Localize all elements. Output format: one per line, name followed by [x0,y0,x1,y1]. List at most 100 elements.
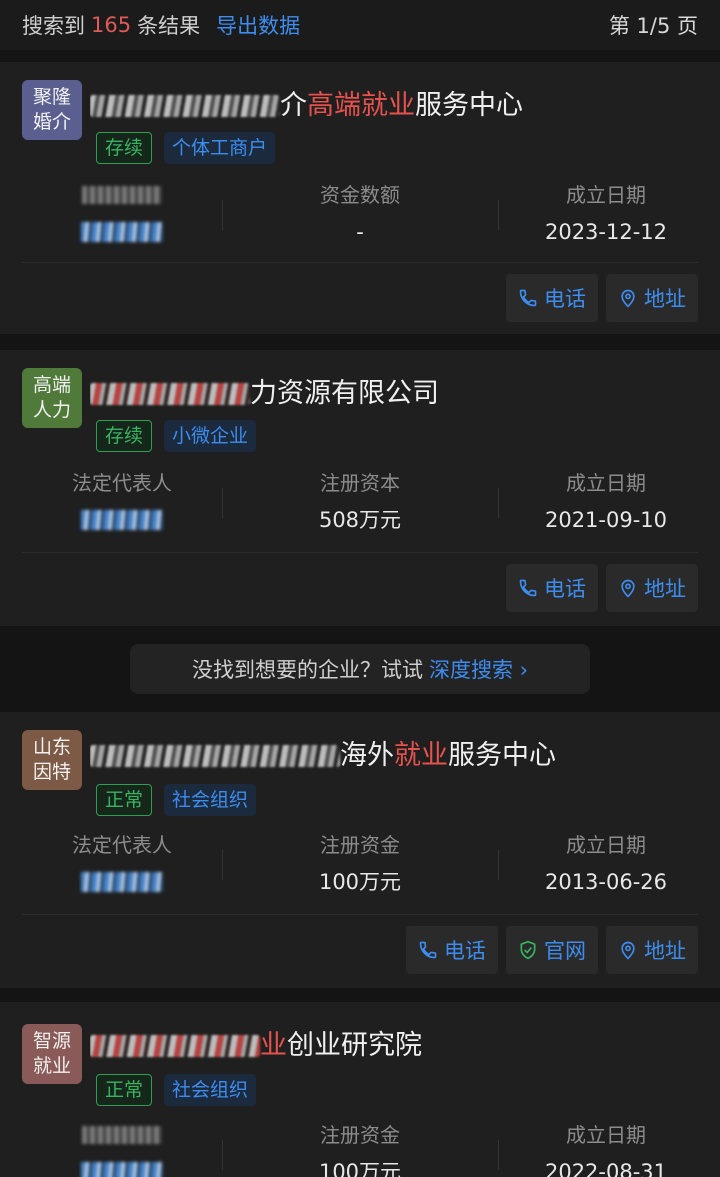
redacted-value [81,1162,163,1177]
founded-value: 2022-08-31 [544,1160,668,1177]
action-row: 电话 地址 [506,564,698,612]
phone-button[interactable]: 电话 [506,274,598,322]
company-logo: 高端人力 [22,368,82,428]
company-name-text: 介 [280,90,307,121]
company-card[interactable]: 高端人力 力资源有限公司 存续 小微企业 法定代表人 注册资本 508万元 成立… [0,350,720,626]
company-name-highlight: 业 [260,1030,287,1061]
founded-label: 成立日期 [566,1123,646,1147]
deep-search-prompt: 没找到想要的企业？试试 [191,658,423,682]
phone-label: 电话 [544,577,586,601]
redacted-label [82,1126,162,1144]
capital-column: 资金数额 - [222,180,498,250]
website-button[interactable]: 官网 [506,926,598,974]
deep-search-link[interactable]: 深度搜索 › [429,654,528,684]
divider [22,552,698,553]
founded-label: 成立日期 [566,833,646,857]
address-label: 地址 [644,577,686,601]
legal-rep-column [22,1120,222,1177]
results-header: 搜索到 165 条结果 导出数据 第 1/5 页 [0,0,720,50]
founded-value: 2023-12-12 [544,220,668,244]
address-button[interactable]: 地址 [606,926,698,974]
address-button[interactable]: 地址 [606,564,698,612]
phone-button[interactable]: 电话 [406,926,498,974]
redacted-label [82,186,162,204]
founded-value: 2021-09-10 [544,508,668,532]
capital-value: 508万元 [318,508,402,532]
company-name[interactable]: 介 高端就业 服务中心 [90,88,700,124]
company-name[interactable]: 力资源有限公司 [90,376,700,412]
page-indicator: 第 1/5 页 [608,14,698,38]
capital-column: 注册资金 100万元 [222,830,498,900]
action-row: 电话 地址 [506,274,698,322]
company-name-highlight: 高端就业 [307,90,415,121]
status-badge: 正常 [96,784,153,816]
company-name[interactable]: 业 创业研究院 [90,1028,700,1064]
company-card[interactable]: 聚隆婚介 介 高端就业 服务中心 存续 个体工商户 资金数额 - 成立日期 20… [0,62,720,334]
export-data-link[interactable]: 导出数据 [216,10,300,40]
company-card[interactable]: 智源就业 业 创业研究院 正常 社会组织 注册资金 100万元 成立日期 202… [0,1002,720,1177]
founded-column: 成立日期 2013-06-26 [498,830,714,900]
info-columns: 法定代表人 注册资本 508万元 成立日期 2021-09-10 [0,468,720,548]
legal-rep-column [22,180,222,250]
divider [22,262,698,263]
legal-rep-label: 法定代表人 [72,471,172,495]
capital-value: 100万元 [318,870,402,894]
capital-value: - [356,220,364,244]
results-suffix: 条结果 [137,14,201,38]
type-badge: 个体工商户 [164,132,276,164]
capital-label: 注册资本 [320,471,400,495]
company-name[interactable]: 海外 就业 服务中心 [90,738,700,774]
founded-column: 成立日期 2023-12-12 [498,180,714,250]
location-pin-icon [621,289,635,308]
tag-row: 存续 小微企业 [96,420,257,452]
redacted-text [90,383,250,405]
redacted-text [90,1035,260,1057]
capital-label: 注册资金 [320,1123,400,1147]
address-label: 地址 [644,287,686,311]
founded-column: 成立日期 2021-09-10 [498,468,714,538]
results-count: 165 [91,13,132,37]
company-logo: 智源就业 [22,1024,82,1084]
tag-row: 正常 社会组织 [96,1074,257,1106]
redacted-text [90,95,280,117]
legal-rep-column: 法定代表人 [22,830,222,900]
founded-value: 2013-06-26 [544,870,668,894]
status-badge: 存续 [96,420,153,452]
info-columns: 法定代表人 注册资金 100万元 成立日期 2013-06-26 [0,830,720,910]
company-name-highlight: 就业 [394,740,448,771]
address-button[interactable]: 地址 [606,274,698,322]
company-card[interactable]: 山东因特 海外 就业 服务中心 正常 社会组织 法定代表人 注册资金 100万元… [0,712,720,988]
tag-row: 存续 个体工商户 [96,132,276,164]
shield-check-icon [520,940,536,960]
phone-label: 电话 [444,939,486,963]
redacted-text [90,745,340,767]
location-pin-icon [621,579,635,598]
deep-search-banner[interactable]: 没找到想要的企业？试试 深度搜索 › [130,644,590,694]
type-badge: 小微企业 [164,420,257,452]
phone-icon [519,579,537,597]
company-logo: 山东因特 [22,730,82,790]
info-columns: 注册资金 100万元 成立日期 2022-08-31 [0,1120,720,1177]
company-name-text: 海外 [340,740,394,771]
company-name-text: 力资源有限公司 [250,378,439,409]
phone-icon [519,289,537,307]
address-label: 地址 [644,939,686,963]
tag-row: 正常 社会组织 [96,784,257,816]
capital-column: 注册资金 100万元 [222,1120,498,1177]
company-name-tail: 服务中心 [415,90,523,121]
redacted-value [81,872,163,892]
website-label: 官网 [544,939,586,963]
company-name-tail: 服务中心 [448,740,556,771]
capital-label: 资金数额 [320,183,400,207]
phone-button[interactable]: 电话 [506,564,598,612]
phone-label: 电话 [544,287,586,311]
founded-label: 成立日期 [566,183,646,207]
type-badge: 社会组织 [164,784,257,816]
status-badge: 存续 [96,132,153,164]
info-columns: 资金数额 - 成立日期 2023-12-12 [0,180,720,260]
founded-column: 成立日期 2022-08-31 [498,1120,714,1177]
phone-icon [419,941,437,959]
company-logo: 聚隆婚介 [22,80,82,140]
founded-label: 成立日期 [566,471,646,495]
status-badge: 正常 [96,1074,153,1106]
